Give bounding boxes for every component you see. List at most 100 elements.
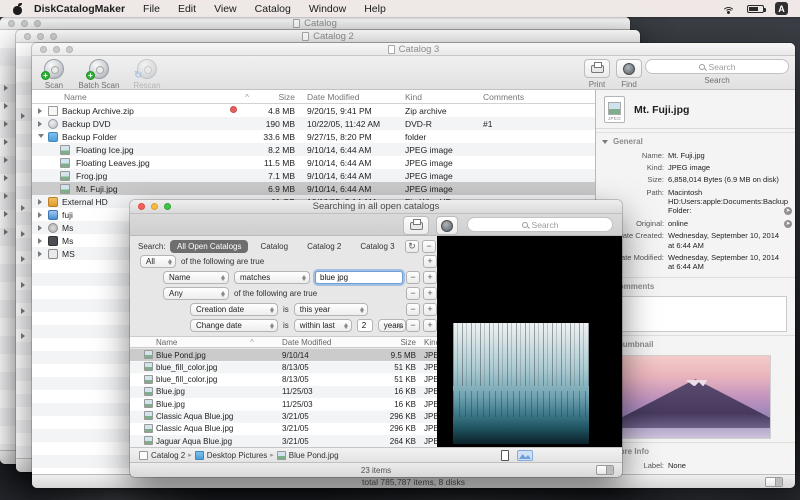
dropdown[interactable]: matches — [234, 271, 310, 284]
result-row[interactable]: Classic Aqua Blue.jpg3/21/05296 KBJPEG i… — [130, 423, 469, 435]
section-general[interactable]: General — [596, 132, 795, 148]
close-icon[interactable] — [138, 203, 145, 210]
document-view-icon[interactable] — [501, 450, 509, 461]
app-menu[interactable]: DiskCatalogMaker — [32, 3, 134, 15]
refresh-button[interactable]: ↻ — [405, 240, 419, 253]
battery-icon[interactable] — [747, 4, 766, 13]
menu-edit[interactable]: Edit — [169, 3, 205, 15]
panel-toggle-button[interactable] — [765, 477, 783, 487]
disclosure-triangle[interactable] — [4, 85, 8, 91]
window-controls[interactable] — [24, 30, 57, 42]
search-title-bar[interactable]: Searching in all open catalogs — [130, 200, 622, 214]
image-view-icon[interactable] — [517, 450, 533, 461]
minimize-icon[interactable] — [53, 45, 60, 53]
table-row[interactable]: Floating Leaves.jpg 11.5 MB 9/10/14, 6:44 … — [32, 156, 595, 169]
minimize-icon[interactable] — [21, 19, 28, 27]
window-controls[interactable] — [8, 17, 41, 29]
disclosure-triangle[interactable] — [4, 139, 8, 145]
zoom-icon[interactable] — [66, 45, 73, 53]
dropdown[interactable]: this year — [293, 303, 368, 316]
scope-catalog[interactable]: Catalog — [253, 240, 295, 253]
disclosure-triangle[interactable] — [4, 157, 8, 163]
disclosure-triangle[interactable] — [38, 224, 42, 231]
column-header-size[interactable]: Size — [370, 338, 416, 347]
text-field[interactable]: 2 — [356, 319, 373, 332]
find-button[interactable]: Find — [616, 59, 642, 89]
menu-window[interactable]: Window — [300, 3, 355, 15]
apple-menu-icon[interactable] — [12, 2, 24, 15]
disclosure-triangle[interactable] — [38, 120, 42, 127]
print-button[interactable] — [403, 216, 429, 235]
add-rule-button[interactable]: + — [423, 287, 437, 300]
dropdown[interactable]: Name — [163, 271, 229, 284]
remove-rule-button[interactable]: − — [406, 287, 420, 300]
text-field[interactable]: blue jpg — [315, 271, 403, 284]
column-header-name[interactable]: Name — [64, 92, 87, 102]
menu-help[interactable]: Help — [355, 3, 395, 15]
disclosure-triangle[interactable] — [4, 193, 8, 199]
breadcrumb-item[interactable]: Catalog 2 — [139, 450, 185, 460]
zoom-icon[interactable] — [50, 32, 57, 40]
catalog-title-bar[interactable]: Catalog — [0, 17, 630, 30]
scan-button[interactable]: + Scan — [38, 59, 70, 90]
add-rule-button[interactable]: + — [423, 319, 437, 332]
result-row[interactable]: Classic Aqua Blue.jpg3/21/05296 KBJPEG i… — [130, 410, 469, 422]
search-input[interactable]: Search — [645, 59, 789, 74]
disclosure-triangle[interactable] — [21, 256, 25, 262]
column-header-date-modified[interactable]: Date Modified — [307, 92, 359, 102]
result-row[interactable]: Blue.jpg11/25/0316 KBJPEG image — [130, 386, 469, 398]
file-table-header[interactable]: Name Size Date Modified Kind Comments ^ — [32, 90, 595, 104]
column-header-kind[interactable]: Kind — [405, 92, 422, 102]
window-controls[interactable] — [138, 200, 171, 213]
disclosure-triangle[interactable] — [21, 113, 25, 119]
disclosure-triangle[interactable] — [21, 231, 25, 237]
add-rule-button[interactable]: + — [423, 271, 437, 284]
disclosure-triangle[interactable] — [4, 211, 8, 217]
disclosure-triangle[interactable] — [4, 103, 8, 109]
minimize-icon[interactable] — [151, 203, 158, 210]
column-header-comments[interactable]: Comments — [483, 92, 524, 102]
window-controls[interactable] — [40, 43, 73, 55]
disclosure-triangle[interactable] — [21, 282, 25, 288]
panel-toggle-button[interactable] — [596, 465, 614, 475]
disclosure-triangle[interactable] — [38, 237, 42, 244]
disclosure-triangle[interactable] — [38, 250, 42, 257]
print-button[interactable]: Print — [583, 59, 611, 89]
zoom-icon[interactable] — [164, 203, 171, 210]
remove-rule-button[interactable]: − — [406, 303, 420, 316]
table-row[interactable]: Frog.jpg 7.1 MB 9/10/14, 6:44 AM JPEG image — [32, 169, 595, 182]
catalog2-title-bar[interactable]: Catalog 2 — [16, 30, 640, 43]
disclosure-triangle[interactable] — [602, 139, 608, 144]
disclosure-triangle[interactable] — [4, 121, 8, 127]
add-rule-button[interactable]: + — [423, 303, 437, 316]
result-row[interactable]: blue_fill_color.jpg8/13/0551 KBJPEG imag… — [130, 374, 469, 386]
table-row[interactable]: Backup Archive.zip 4.8 MB 9/20/15, 9:41 PM… — [32, 104, 595, 117]
column-header-name[interactable]: Name — [156, 338, 177, 347]
close-icon[interactable] — [8, 19, 15, 27]
menu-view[interactable]: View — [205, 3, 246, 15]
result-row[interactable]: blue_fill_color.jpg8/13/0551 KBJPEG imag… — [130, 361, 469, 373]
dropdown[interactable]: years — [377, 319, 406, 332]
result-row[interactable]: Blue.jpg11/25/0316 KBJPEG image — [130, 398, 469, 410]
input-menu-icon[interactable]: A — [775, 2, 788, 15]
menu-file[interactable]: File — [134, 3, 169, 15]
dropdown[interactable]: within last — [293, 319, 352, 332]
close-icon[interactable] — [40, 45, 47, 53]
dropdown[interactable]: All — [140, 255, 176, 268]
table-row[interactable]: Backup DVD 190 MB 10/22/05, 11:42 AM DVD-R #… — [32, 117, 595, 130]
disclosure-triangle[interactable] — [38, 107, 42, 114]
disclosure-triangle[interactable] — [4, 229, 8, 235]
breadcrumb-item[interactable]: Blue Pond.jpg — [276, 450, 339, 460]
close-icon[interactable] — [24, 32, 31, 40]
table-row[interactable]: Floating Ice.jpg 8.2 MB 9/10/14, 6:44 AM JP… — [32, 143, 595, 156]
table-row[interactable]: Backup Folder 33.6 MB 9/27/15, 8:20 PM fold… — [32, 130, 595, 143]
column-header-date-modified[interactable]: Date Modified — [282, 338, 331, 347]
breadcrumb-item[interactable]: Desktop Pictures — [194, 450, 267, 460]
disclosure-triangle[interactable] — [38, 198, 42, 205]
scope-catalog-3[interactable]: Catalog 3 — [353, 240, 401, 253]
batch-scan-button[interactable]: + Batch Scan — [74, 59, 124, 90]
scope-all-open-catalogs[interactable]: All Open Catalogs — [170, 240, 249, 253]
table-row[interactable]: Mt. Fuji.jpg 6.9 MB 9/10/14, 6:44 AM JPEG i… — [32, 182, 595, 195]
comments-box[interactable] — [604, 296, 787, 333]
section-comments[interactable]: Comments — [596, 277, 795, 293]
